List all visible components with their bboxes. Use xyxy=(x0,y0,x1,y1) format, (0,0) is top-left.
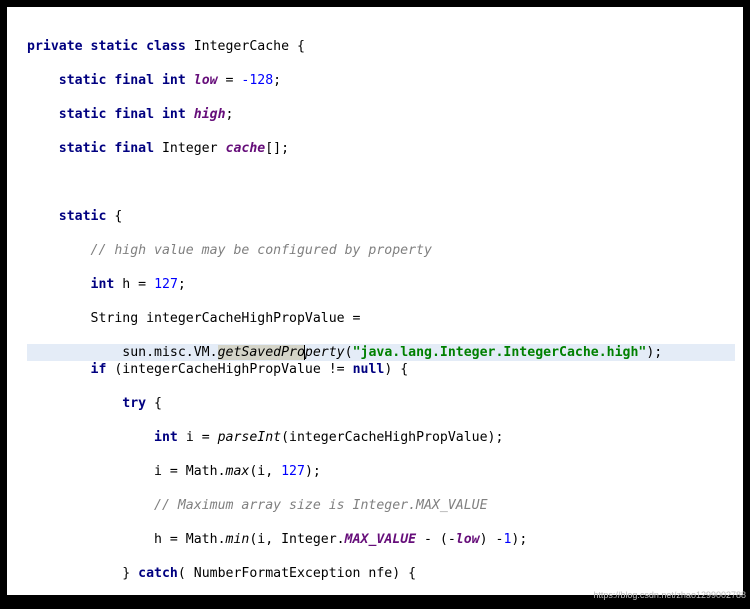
code-line: static { xyxy=(27,208,735,225)
code-line: try { xyxy=(27,395,735,412)
code-line: static final int high; xyxy=(27,106,735,123)
code-line: int i = parseInt(integerCacheHighPropVal… xyxy=(27,429,735,446)
code-line: if (integerCacheHighPropValue != null) { xyxy=(27,361,735,378)
code-line: private static class IntegerCache { xyxy=(27,38,735,55)
code-line: // high value may be configured by prope… xyxy=(27,242,735,259)
watermark-text: https://blog.csdn.net/zhao1299002788 xyxy=(593,590,746,600)
blank-line xyxy=(27,174,735,191)
highlighted-line: sun.misc.VM.getSavedProperty("java.lang.… xyxy=(27,344,735,361)
code-line: String integerCacheHighPropValue = xyxy=(27,310,735,327)
code-line: int h = 127; xyxy=(27,276,735,293)
code-line: static final int low = -128; xyxy=(27,72,735,89)
code-line: i = Math.max(i, 127); xyxy=(27,463,735,480)
code-line: // Maximum array size is Integer.MAX_VAL… xyxy=(27,497,735,514)
code-line: static final Integer cache[]; xyxy=(27,140,735,157)
code-line: h = Math.min(i, Integer.MAX_VALUE - (-lo… xyxy=(27,531,735,548)
code-line: } catch( NumberFormatException nfe) { xyxy=(27,565,735,582)
code-editor-view: private static class IntegerCache { stat… xyxy=(7,7,743,595)
text-selection: getSavedPro xyxy=(218,345,305,360)
